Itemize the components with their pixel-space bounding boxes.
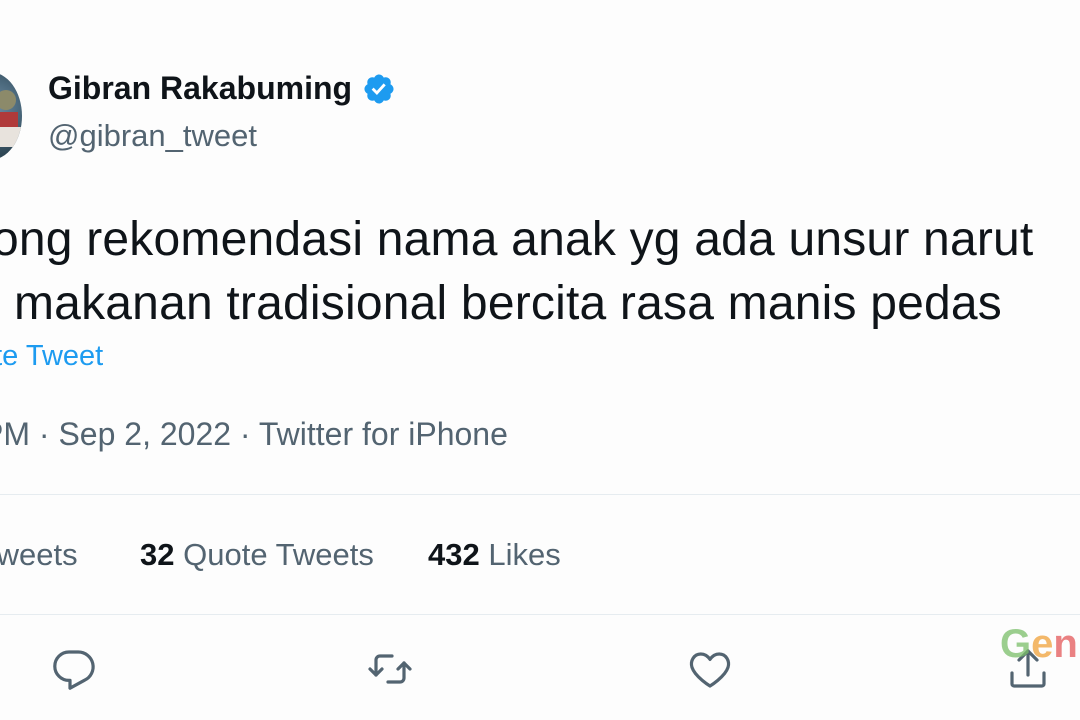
quote-tweets-count: 32	[140, 537, 175, 572]
tweet-timestamp[interactable]: PM · Sep 2, 2022 · Twitter for iPhone	[0, 416, 508, 453]
quote-tweets-stat[interactable]: 32 Quote Tweets	[140, 537, 374, 573]
watermark-logo: GenI	[1000, 622, 1080, 666]
avatar[interactable]	[0, 72, 22, 160]
heart-icon	[689, 652, 731, 688]
retweets-stat[interactable]: tweets	[0, 537, 78, 573]
retweets-label: tweets	[0, 537, 78, 572]
likes-count: 432	[428, 537, 480, 572]
verified-badge-icon	[362, 72, 396, 106]
quote-tweets-label: Quote Tweets	[183, 537, 374, 572]
author-name[interactable]: Gibran Rakabuming	[48, 70, 352, 107]
likes-stat[interactable]: 432 Likes	[428, 537, 561, 573]
author-name-row[interactable]: Gibran Rakabuming	[48, 70, 396, 107]
reply-icon	[53, 650, 95, 690]
avatar-detail	[0, 90, 16, 110]
divider	[0, 494, 1080, 495]
author-handle[interactable]: @gibran_tweet	[48, 118, 257, 154]
like-button[interactable]	[686, 645, 734, 693]
tweet-text-line: ong rekomendasi nama anak yg ada unsur n…	[0, 213, 1034, 266]
retweet-icon	[368, 654, 412, 684]
tweet-text-line: makanan tradisional bercita rasa manis p…	[14, 277, 1002, 330]
reply-button[interactable]	[50, 645, 98, 693]
retweet-button[interactable]	[366, 645, 414, 693]
translate-tweet-link[interactable]: ate Tweet	[0, 340, 103, 373]
avatar-detail	[0, 127, 22, 147]
likes-label: Likes	[488, 537, 561, 572]
divider	[0, 614, 1080, 615]
